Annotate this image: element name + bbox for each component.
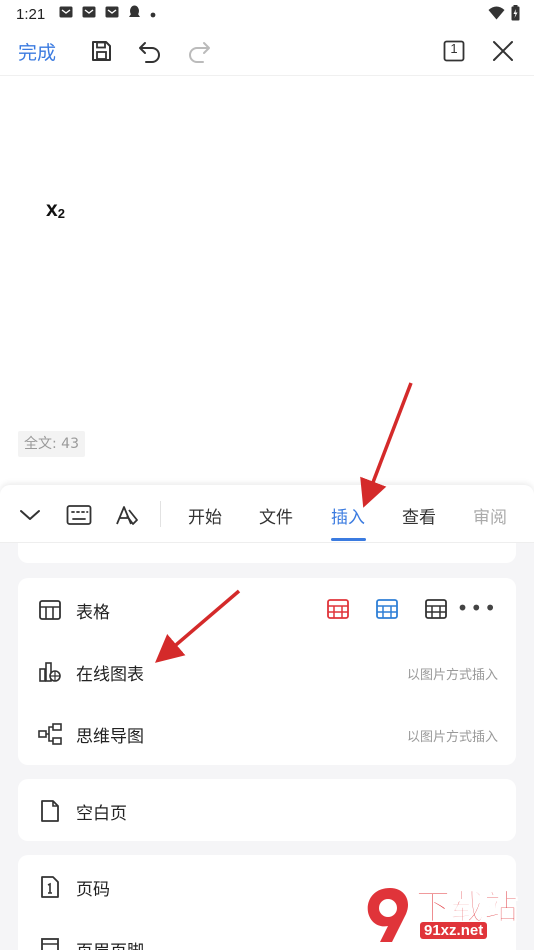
document-text-subscript: 2 — [57, 206, 65, 221]
document-text-main: x — [46, 198, 58, 221]
document-area[interactable]: x2 全文: 43 — [0, 77, 534, 482]
word-count-badge: 全文: 43 — [18, 431, 85, 457]
page-count-icon[interactable]: 1 — [440, 37, 468, 65]
insert-card-blank-page: 空白页 — [18, 779, 516, 841]
done-button[interactable]: 完成 — [18, 38, 56, 65]
dot-icon — [150, 6, 156, 22]
more-tables-button[interactable]: ••• — [457, 596, 498, 620]
undo-icon[interactable] — [136, 37, 164, 65]
table-label: 表格 — [76, 603, 110, 623]
tab-file[interactable]: 文件 — [259, 503, 293, 528]
document-text[interactable]: x2 — [46, 198, 65, 222]
mind-map-label: 思维导图 — [76, 727, 144, 747]
mail-icon — [105, 6, 119, 22]
tab-insert[interactable]: 插入 — [331, 503, 365, 528]
red-table-icon[interactable] — [326, 597, 350, 621]
status-right — [488, 5, 520, 25]
qq-icon — [128, 5, 141, 23]
keyboard-icon[interactable] — [66, 502, 92, 528]
page-number-icon — [38, 875, 62, 899]
watermark-logo — [367, 888, 409, 942]
site-watermark: 下载站 91xz.net — [354, 880, 534, 950]
status-bar: 1:21 — [0, 0, 534, 28]
online-chart-label: 在线图表 — [76, 665, 144, 685]
mail-icon — [82, 6, 96, 22]
blank-page-icon — [38, 799, 62, 823]
online-chart-hint: 以图片方式插入 — [406, 668, 498, 683]
top-toolbar: 完成 1 — [0, 28, 534, 76]
close-icon[interactable] — [489, 37, 517, 65]
tab-view[interactable]: 查看 — [402, 503, 436, 528]
save-icon[interactable] — [87, 37, 115, 65]
page-count: 1 — [450, 41, 458, 56]
watermark-url: 91xz.net — [420, 922, 488, 939]
wifi-icon — [488, 6, 505, 24]
online-chart-icon — [38, 660, 62, 684]
header-footer-icon — [38, 937, 62, 950]
mind-map-icon — [38, 722, 62, 746]
insert-table-row[interactable]: 表格 ••• — [18, 578, 516, 640]
text-style-icon[interactable] — [115, 502, 141, 528]
insert-blank-page-row[interactable]: 空白页 — [18, 779, 516, 841]
collapse-chevron-icon[interactable] — [17, 502, 43, 528]
blue-table-icon[interactable] — [375, 597, 399, 621]
tab-start[interactable]: 开始 — [188, 503, 222, 528]
previous-card-edge — [18, 543, 516, 563]
blank-page-label: 空白页 — [76, 804, 127, 824]
ribbon-divider — [160, 501, 161, 527]
status-time: 1:21 — [16, 5, 46, 23]
insert-mind-map-row[interactable]: 思维导图 以图片方式插入 — [18, 702, 516, 764]
table-icon — [38, 598, 62, 622]
battery-icon — [511, 5, 520, 25]
tab-review[interactable]: 审阅 — [473, 503, 507, 528]
insert-online-chart-row[interactable]: 在线图表 以图片方式插入 — [18, 640, 516, 702]
redo-icon[interactable] — [185, 37, 213, 65]
mind-map-hint: 以图片方式插入 — [406, 730, 498, 745]
ribbon-tabs: 开始 文件 插入 查看 审阅 — [0, 485, 534, 543]
active-tab-indicator — [331, 538, 366, 541]
black-table-icon[interactable] — [424, 597, 448, 621]
page-number-label: 页码 — [76, 880, 110, 900]
mail-icon — [59, 6, 73, 22]
header-footer-label: 页眉页脚 — [76, 937, 144, 950]
insert-card-objects: 表格 ••• 在线图表 以图片方式插入 思维导图 以图片方式插入 — [18, 578, 516, 765]
